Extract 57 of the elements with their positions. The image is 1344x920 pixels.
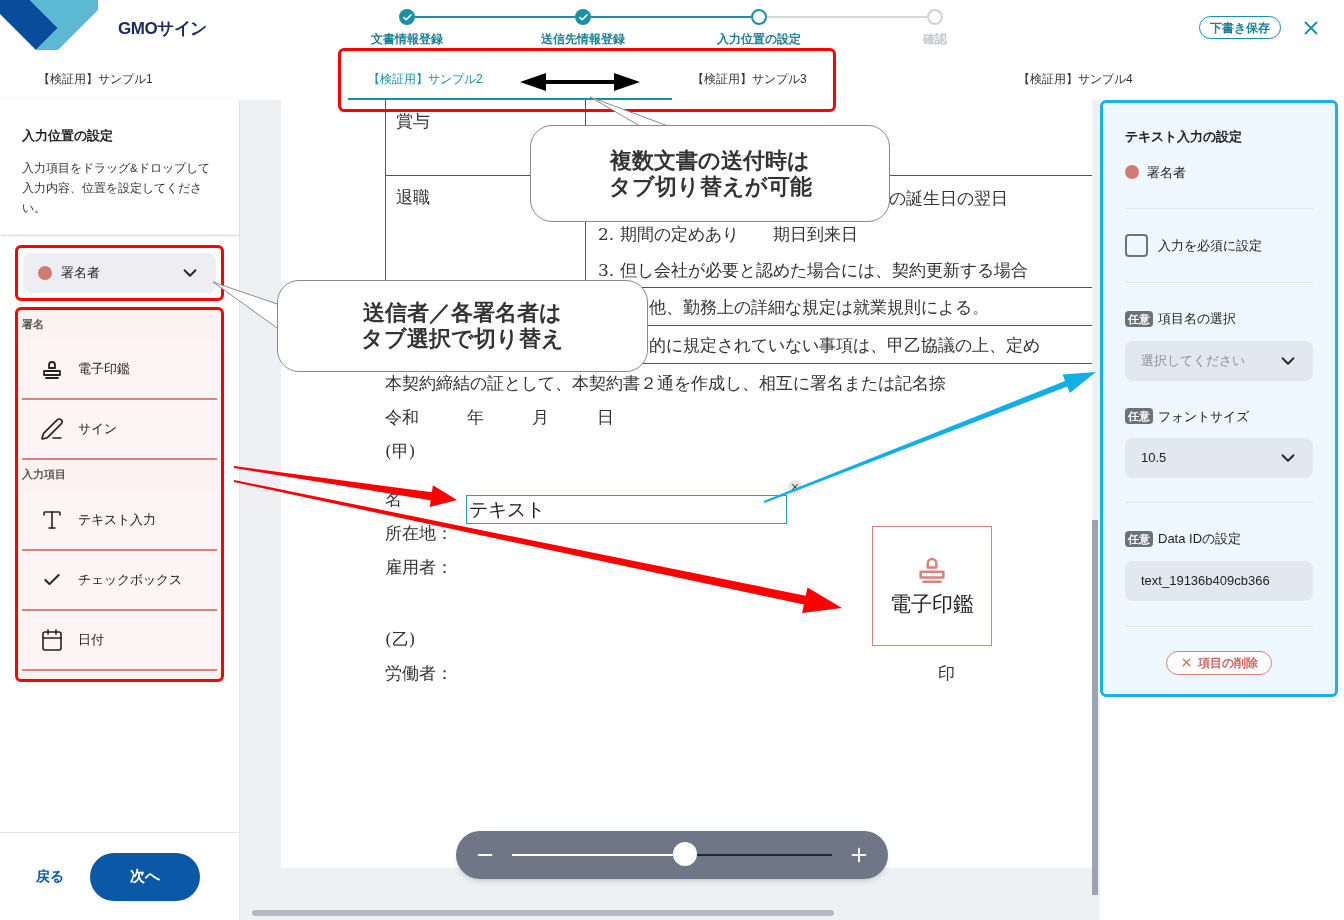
step-label: 確認 [923,31,947,48]
table-cell: 退職 [396,187,430,207]
optional-badge: 任意 [1125,530,1153,547]
party-label: (甲) [385,440,416,462]
field-label: フォントサイズ [1158,407,1249,426]
step-label: 文書情報登録 [371,31,443,48]
document-text-line: の誕生日の翌日 [889,187,1008,209]
logo-icon [0,0,98,50]
placed-text-field[interactable]: テキスト [466,495,787,524]
close-icon [1180,656,1193,669]
document-label: 労働者： [385,662,453,684]
save-draft-button[interactable]: 下書き保存 [1199,16,1281,39]
document-tab[interactable]: 【検証用】サンプル1 [0,60,348,100]
table-cell: 賞与 [396,111,430,131]
select-dropdown[interactable]: 10.5 [1125,438,1313,478]
document-label: 所在地： [385,522,453,544]
group-heading: 入力項目 [22,467,67,482]
document-label: 名 [385,488,403,510]
delete-item-button[interactable]: 項目の削除 [1166,650,1272,675]
group-heading: 署名 [22,316,45,332]
document-text-line: 3. 但し会社が必要と認めた場合には、契約更新する場合 [598,258,1028,281]
document-text-line: 他、勤務上の詳細な規定は就業規則による。 [649,295,989,318]
document-text-line: 本契約締結の証として、本契約書２通を作成し、相互に署名または記名捺 [385,372,946,394]
calendar-icon [40,627,64,652]
date-text: 月 [532,406,549,428]
pen-icon [40,417,64,441]
document-tab[interactable]: 【検証用】サンプル3 [672,60,998,100]
next-button[interactable]: 次へ [90,852,200,901]
settings-title: テキスト入力の設定 [1125,128,1243,146]
document-text-line: 2. 期間の定めあり 期日到来日 [598,223,858,245]
date-text: 日 [597,406,614,428]
seal-mark-text: 印 [938,662,955,684]
field-label: 項目名の選択 [1158,310,1236,328]
signer-dropdown[interactable]: 署名者 [23,252,216,293]
document-tab[interactable]: 【検証用】サンプル4 [998,60,1344,100]
document-label: 雇用者： [385,556,453,578]
party-label: (乙) [385,628,416,650]
zoom-slider-thumb[interactable] [672,842,697,866]
step-label: 送信先情報登録 [541,31,625,48]
back-link[interactable]: 戻る [36,866,64,887]
signer-name: 署名者 [1147,163,1186,182]
panel-description: 入力項目をドラッグ&ドロップして入力内容、位置を設定してください。 [22,160,211,216]
date-text: 年 [467,406,484,428]
field-label: Data IDの設定 [1158,530,1242,548]
optional-badge: 任意 [1125,310,1153,327]
vertical-scrollbar[interactable] [1092,520,1098,895]
checkbox-label: 入力を必須に設定 [1158,236,1262,255]
step-label: 入力位置の設定 [717,31,801,48]
horizontal-scrollbar[interactable] [252,910,834,916]
panel-title: 入力位置の設定 [22,127,114,145]
data-id-input[interactable]: text_19136b409cb366 [1125,560,1313,601]
optional-badge: 任意 [1125,408,1153,425]
required-checkbox[interactable] [1125,234,1148,257]
brand-logo-text: GMOサイン [118,18,208,40]
placed-stamp-field[interactable]: 電子印鑑 [872,526,992,646]
date-text: 令和 [385,406,419,428]
document-text-line: 的に規定されていない事項は、甲乙協議の上、定め [649,333,1040,356]
